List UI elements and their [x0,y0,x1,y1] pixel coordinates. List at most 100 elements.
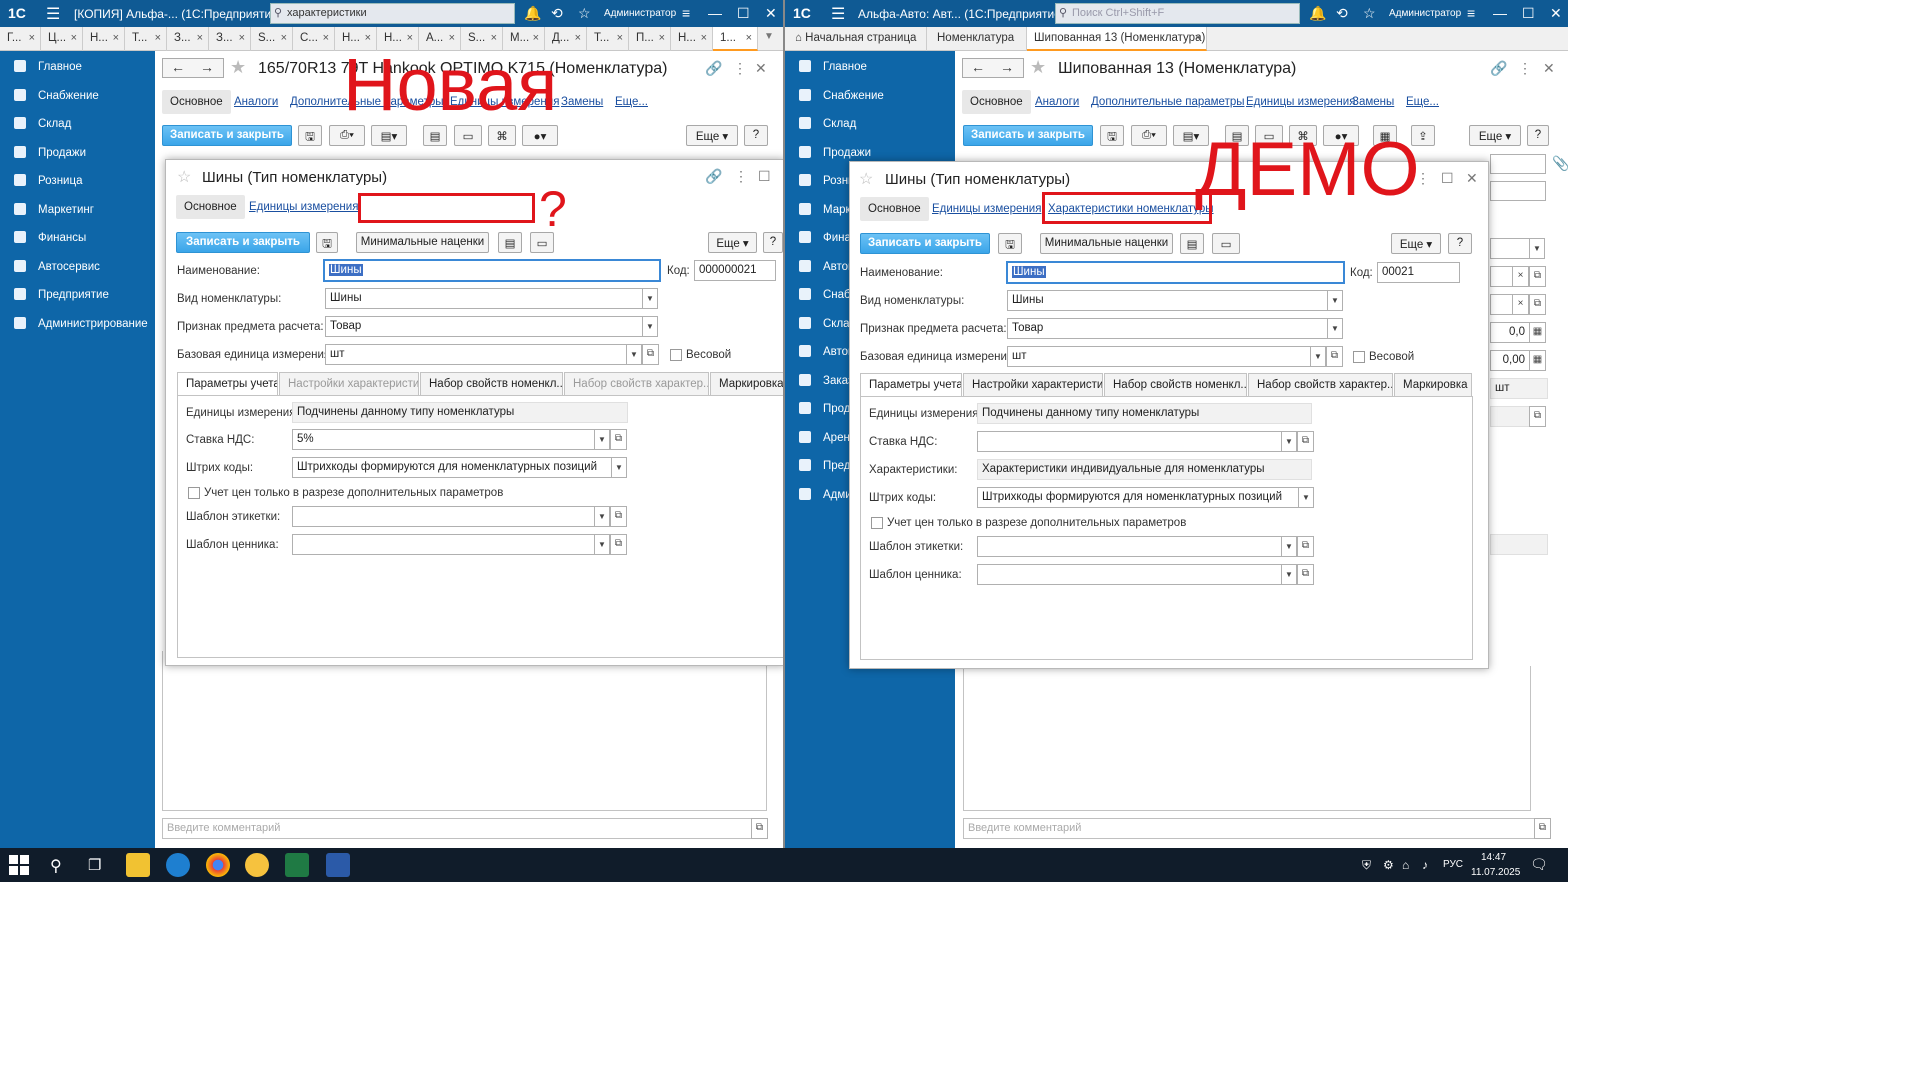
dialog-nav-main[interactable]: Основное [176,195,245,219]
back-arrow-icon[interactable]: ← [971,59,985,75]
save-icon[interactable]: 🖫 [316,232,338,253]
favorites-star-icon[interactable]: ☆ [578,5,591,22]
windows-start-icon[interactable] [8,854,30,876]
open-icon[interactable]: ⧉ [1297,536,1314,557]
settings-icon[interactable]: ≡ [1467,5,1475,21]
bg-field[interactable] [1490,294,1513,315]
bell-icon[interactable]: 🔔 [524,5,541,22]
sidebar-item-warehouse[interactable]: Склад [0,110,155,138]
clock-time[interactable]: 14:47 [1481,852,1506,863]
dialog-more-button[interactable]: Еще ▾ [1391,233,1441,254]
more-vertical-icon[interactable]: ⋮ [1518,60,1532,77]
close-icon[interactable]: × [281,32,287,44]
file-explorer-icon[interactable] [126,853,150,877]
chevron-down-icon[interactable]: ▼ [1327,290,1343,311]
forward-arrow-icon[interactable]: → [200,59,214,75]
1c-logo[interactable]: 1С [793,5,811,21]
card-icon[interactable]: ▭ [1212,233,1240,254]
nav-analogs[interactable]: Аналоги [1035,96,1079,108]
user-name[interactable]: Администратор [1389,8,1461,19]
1c-logo[interactable]: 1С [8,5,26,21]
tab-char-props[interactable]: Набор свойств характер... [1248,373,1393,396]
task-view-icon[interactable]: ❐ [88,856,101,874]
nav-main[interactable]: Основное [162,90,231,114]
min-markup-button[interactable]: Минимальные наценки [1040,233,1173,254]
chevron-down-icon[interactable]: ▼ [594,506,610,527]
bg-field[interactable] [1490,266,1513,287]
chevron-down-icon[interactable]: ▼ [1281,536,1297,557]
close-icon[interactable]: × [197,32,203,44]
nav-replacements[interactable]: Замены [1352,96,1394,108]
search-icon[interactable]: ⚲ [50,856,62,876]
nav-units[interactable]: Единицы измерения [1246,96,1355,108]
close-icon[interactable]: × [155,32,161,44]
tab[interactable]: С... × [293,27,335,51]
chevron-down-icon[interactable]: ▼ [642,288,658,309]
dialog-nav-units[interactable]: Единицы измерения [249,201,358,213]
favorite-star-icon[interactable]: ☆ [177,167,191,187]
close-icon[interactable]: × [575,32,581,44]
help-button[interactable]: ? [744,125,768,146]
excel-icon[interactable] [285,853,309,877]
more-button[interactable]: Еще ▾ [686,125,738,146]
chevron-down-icon[interactable]: ▼ [1281,431,1297,452]
edge-icon[interactable] [166,853,190,877]
comment-input[interactable]: Введите комментарий [963,818,1535,839]
chevron-down-icon[interactable]: ▼ [594,429,610,450]
sidebar-item-autoservice[interactable]: Автосервис [0,253,155,281]
tab-accounting-params[interactable]: Параметры учета [860,373,962,397]
code-field[interactable]: 00021 [1377,262,1460,283]
close-icon[interactable]: × [1195,32,1201,44]
dialog-more-button[interactable]: Еще ▾ [708,232,757,253]
attr-field[interactable]: Товар [1007,318,1328,339]
history-icon[interactable]: ⟲ [1336,5,1348,22]
favorite-star-icon[interactable]: ★ [1030,57,1046,78]
save-close-button[interactable]: Записать и закрыть [162,125,292,146]
tabs-dropdown-icon[interactable]: ▼ [764,31,774,42]
tab-items[interactable]: Номенклатура [927,27,1027,51]
open-icon[interactable]: ⧉ [1529,266,1546,287]
history-icon[interactable]: ⟲ [551,5,563,22]
maximize-icon[interactable]: ☐ [1441,170,1454,187]
sidebar-item-main[interactable]: Главное [785,53,940,81]
nav-arrows[interactable]: ← → [962,58,1024,78]
vat-field[interactable] [977,431,1282,452]
open-icon[interactable]: ⧉ [610,506,627,527]
calculator-icon[interactable]: ▦ [1529,350,1546,371]
chevron-down-icon[interactable]: ▼ [1529,238,1545,259]
sidebar-item-marketing[interactable]: Маркетинг [0,196,155,224]
unit-field[interactable]: шт [325,344,627,365]
chevron-down-icon[interactable]: ▼ [1327,318,1343,339]
nav-analogs[interactable]: Аналоги [234,96,278,108]
chevron-down-icon[interactable]: ▼ [1281,564,1297,585]
maximize-icon[interactable]: ☐ [758,168,771,185]
unit-field[interactable]: шт [1007,346,1311,367]
close-icon[interactable]: × [617,32,623,44]
network-icon[interactable]: ⌂ [1402,858,1409,872]
tab-char-settings[interactable]: Настройки характеристик [279,372,419,395]
tab-active[interactable]: 1... × [713,27,758,51]
chevron-down-icon[interactable]: ▼ [1310,346,1326,367]
more-vertical-icon[interactable]: ⋮ [733,60,747,77]
tab[interactable]: П... × [629,27,671,51]
code-field[interactable]: 000000021 [694,260,776,281]
sidebar-item-supply[interactable]: Снабжение [785,82,940,110]
1c-app-icon[interactable] [245,853,269,877]
back-arrow-icon[interactable]: ← [171,59,185,75]
chevron-down-icon[interactable]: ▼ [642,316,658,337]
chevron-down-icon[interactable]: ▼ [1298,487,1314,508]
chevron-down-icon[interactable]: ▼ [594,534,610,555]
save-icon[interactable]: 🖫 [1100,125,1124,146]
save-close-button[interactable]: Записать и закрыть [963,125,1093,146]
tab-char-settings[interactable]: Настройки характеристик [963,373,1103,396]
chevron-down-icon[interactable]: ▼ [626,344,642,365]
security-icon[interactable]: ⛨ [1362,858,1371,873]
kind-field[interactable]: Шины [325,288,643,309]
tab[interactable]: З... × [167,27,209,51]
tab[interactable]: Н... × [671,27,713,51]
open-icon[interactable]: ⧉ [1326,346,1343,367]
sidebar-item-admin[interactable]: Администрирование [0,310,155,338]
comment-input[interactable]: Введите комментарий [162,818,752,839]
clear-icon[interactable]: × [1512,294,1529,315]
favorites-star-icon[interactable]: ☆ [1363,5,1376,22]
